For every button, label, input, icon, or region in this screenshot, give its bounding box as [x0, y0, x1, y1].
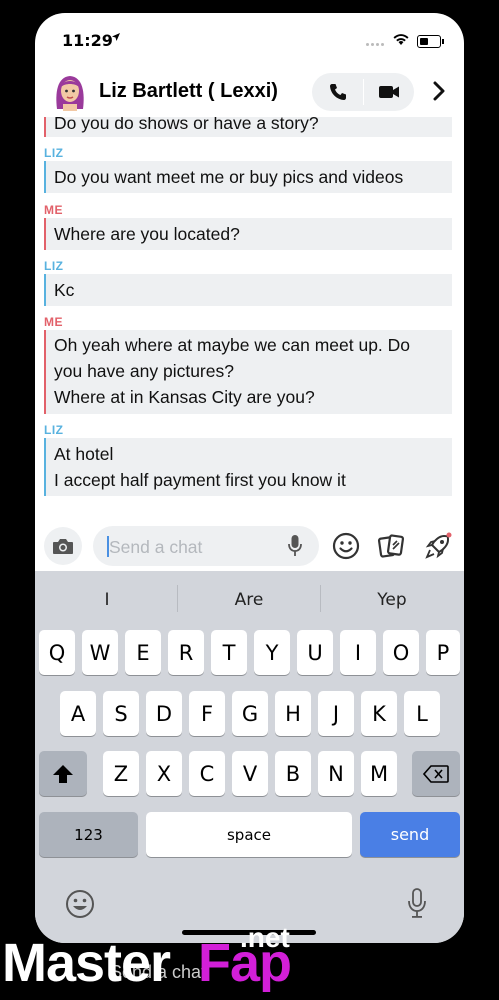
voice-call-button[interactable]	[312, 73, 363, 111]
space-key[interactable]: space	[146, 812, 352, 857]
message-text: I accept half payment first you know it	[54, 470, 346, 490]
key-h[interactable]: H	[275, 691, 311, 736]
key-j[interactable]: J	[318, 691, 354, 736]
status-time: 11:29	[62, 31, 113, 50]
smiley-icon[interactable]	[331, 531, 361, 561]
camera-button[interactable]	[44, 527, 82, 565]
key-e[interactable]: E	[125, 630, 161, 675]
message-bubble[interactable]: Kc	[44, 274, 452, 306]
key-m[interactable]: M	[361, 751, 397, 796]
chat-placeholder: Send a chat	[109, 537, 203, 557]
key-r[interactable]: R	[168, 630, 204, 675]
video-camera-icon	[378, 86, 399, 98]
location-arrow-icon	[111, 32, 121, 45]
call-button-group	[312, 73, 414, 111]
key-a[interactable]: A	[60, 691, 96, 736]
key-v[interactable]: V	[232, 751, 268, 796]
predictive-bar: I Are Yep	[35, 571, 464, 626]
sender-label: ME	[44, 315, 63, 329]
shift-icon	[53, 764, 73, 783]
message-text: you have any pictures?	[54, 361, 234, 381]
video-call-button[interactable]	[363, 73, 414, 111]
key-o[interactable]: O	[383, 630, 419, 675]
microphone-icon[interactable]	[287, 534, 303, 563]
chat-composer: Send a chat	[35, 521, 464, 571]
message-bubble[interactable]: Do you want meet me or buy pics and vide…	[44, 161, 452, 193]
suggestion[interactable]: Are	[179, 590, 319, 610]
suggestion[interactable]: Yep	[322, 590, 462, 610]
contact-name[interactable]: Liz Bartlett ( Lexxi)	[99, 80, 278, 103]
avatar[interactable]	[53, 73, 87, 111]
sender-label: LIZ	[44, 423, 64, 437]
key-t[interactable]: T	[211, 630, 247, 675]
message-text: At hotel	[54, 444, 114, 464]
key-b[interactable]: B	[275, 751, 311, 796]
delete-key[interactable]	[412, 751, 460, 796]
status-bar: 11:29	[35, 13, 464, 71]
key-w[interactable]: W	[82, 630, 118, 675]
shift-key[interactable]	[39, 751, 87, 796]
signal-icon	[366, 43, 384, 46]
message-text: Do you want meet me or buy pics and vide…	[54, 167, 404, 187]
sender-label: ME	[44, 203, 63, 217]
key-i[interactable]: I	[340, 630, 376, 675]
chat-input[interactable]: Send a chat	[93, 526, 319, 566]
watermark-master: Master	[2, 933, 171, 993]
site-watermark: Send a chat Master Fap .net	[0, 922, 499, 1000]
key-p[interactable]: P	[426, 630, 460, 675]
key-c[interactable]: C	[189, 751, 225, 796]
cards-icon[interactable]	[376, 531, 406, 561]
key-n[interactable]: N	[318, 751, 354, 796]
message-text: Where at in Kansas City are you?	[54, 387, 315, 407]
sender-label: LIZ	[44, 146, 64, 160]
phone-icon	[329, 84, 346, 100]
message-bubble[interactable]: Oh yeah where at maybe we can meet up. D…	[44, 330, 452, 414]
key-z[interactable]: Z	[103, 751, 139, 796]
message-bubble[interactable]: Do you do shows or have a story?	[44, 117, 452, 137]
message-bubble[interactable]: At hotel I accept half payment first you…	[44, 438, 452, 496]
emoji-icon[interactable]	[65, 889, 95, 924]
keyboard: I Are Yep Q W E R T Y U I O P A S D F G …	[35, 571, 464, 943]
key-u[interactable]: U	[297, 630, 333, 675]
sender-label: LIZ	[44, 259, 64, 273]
send-key[interactable]: send	[360, 812, 460, 857]
rocket-icon[interactable]	[423, 531, 453, 561]
key-f[interactable]: F	[189, 691, 225, 736]
chevron-right-icon[interactable]	[429, 79, 449, 103]
key-q[interactable]: Q	[39, 630, 75, 675]
message-text: Do you do shows or have a story?	[54, 117, 319, 133]
key-s[interactable]: S	[103, 691, 139, 736]
key-l[interactable]: L	[404, 691, 440, 736]
key-d[interactable]: D	[146, 691, 182, 736]
chat-header: Liz Bartlett ( Lexxi)	[35, 71, 464, 117]
key-g[interactable]: G	[232, 691, 268, 736]
numbers-key[interactable]: 123	[39, 812, 138, 857]
dictation-microphone-icon[interactable]	[407, 887, 427, 924]
watermark-net: .net	[240, 922, 290, 953]
message-text: Kc	[54, 280, 75, 300]
wifi-icon	[392, 33, 410, 49]
message-text: Where are you located?	[54, 224, 240, 244]
battery-icon	[417, 35, 444, 48]
message-text: Oh yeah where at maybe we can meet up. D…	[54, 335, 411, 355]
backspace-icon	[423, 764, 449, 783]
message-list[interactable]: Do you do shows or have a story? LIZ Do …	[35, 117, 464, 521]
key-x[interactable]: X	[146, 751, 182, 796]
key-k[interactable]: K	[361, 691, 397, 736]
suggestion[interactable]: I	[37, 590, 177, 610]
message-bubble[interactable]: Where are you located?	[44, 218, 452, 250]
key-y[interactable]: Y	[254, 630, 290, 675]
phone-screen: 11:29 Liz Bartlett ( Lexxi) Do you do sh…	[35, 13, 464, 943]
camera-icon	[53, 539, 73, 554]
